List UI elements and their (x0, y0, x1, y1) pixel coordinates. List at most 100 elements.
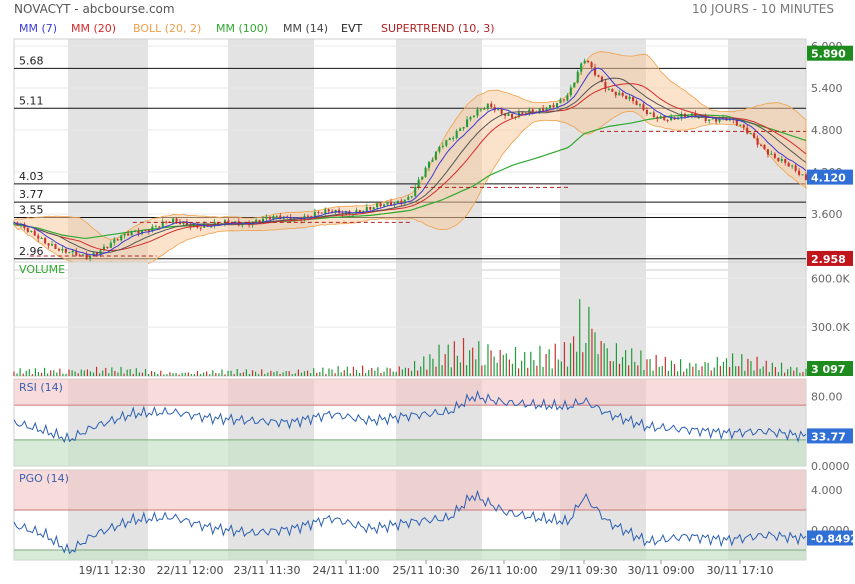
high-value-tag: 5.890 (811, 48, 846, 61)
candle-body (645, 109, 648, 114)
price-y-tick: 5.400 (811, 82, 843, 95)
candle-body (40, 237, 43, 239)
rsi-title: RSI (14) (19, 381, 63, 394)
x-tick-label: 19/11 12:30 (79, 564, 146, 577)
rsi-y-tick: 0.0000 (811, 460, 850, 473)
pgo-panel: PGO (14)4.0000.0000-0.8492 (13, 469, 855, 561)
candle-body (490, 103, 493, 108)
pgo-last-tag: -0.8492 (811, 533, 855, 546)
candle-body (469, 117, 472, 120)
x-tick-label: 24/11 11:00 (313, 564, 380, 577)
candle-body (753, 133, 756, 139)
candle-body (441, 145, 444, 147)
candle-body (766, 149, 769, 155)
candle-body (116, 239, 119, 241)
candle-body (583, 60, 586, 64)
candle-body (438, 146, 441, 152)
candle-body (51, 244, 54, 246)
candle-body (26, 228, 29, 232)
legend-item: MM (20) (71, 22, 116, 35)
candle-body (510, 113, 514, 118)
candle-body (628, 96, 631, 99)
candle-body (659, 116, 662, 119)
candle-body (559, 99, 562, 104)
candle-body (576, 71, 579, 83)
volume-y-tick: 300.0K (811, 321, 850, 334)
candle-body (165, 221, 168, 223)
candle-body (306, 215, 310, 217)
candle-body (538, 108, 541, 112)
candle-body (54, 244, 57, 249)
candle-body (777, 157, 780, 162)
candle-body (749, 133, 752, 135)
x-tick-label: 30/11 17:10 (707, 564, 774, 577)
candle-body (804, 174, 808, 180)
level-label: 3.55 (19, 204, 44, 217)
candle-body (310, 215, 313, 217)
candle-body (144, 230, 147, 232)
candle-body (635, 101, 638, 106)
level-label: 5.11 (19, 94, 44, 107)
candle-body (618, 92, 621, 96)
candle-body (773, 153, 776, 158)
rsi-overbought-zone (14, 379, 806, 406)
candle-body (396, 200, 399, 204)
session-band (68, 262, 148, 376)
candle-body (459, 128, 462, 132)
candle-body (573, 82, 576, 88)
candle-body (787, 162, 790, 167)
candle-body (760, 144, 763, 146)
candle-body (376, 203, 379, 208)
candle-body (625, 95, 628, 99)
candle-body (123, 233, 126, 236)
candle-body (486, 103, 489, 109)
candle-body (61, 248, 64, 251)
candle-body (801, 174, 804, 176)
x-tick-label: 22/11 12:00 (157, 564, 224, 577)
candle-body (638, 104, 642, 106)
candle-body (175, 218, 178, 222)
candle-body (770, 153, 773, 155)
candle-body (590, 62, 593, 68)
candle-body (497, 109, 500, 111)
candle-body (632, 96, 635, 102)
candle-body (365, 206, 368, 212)
candle-body (483, 108, 486, 110)
candle-body (113, 239, 116, 243)
candle-body (47, 243, 50, 246)
candle-body (317, 211, 320, 213)
candle-body (421, 176, 424, 180)
pgo-title: PGO (14) (19, 472, 69, 485)
candle-body (580, 63, 583, 72)
candle-body (417, 179, 420, 188)
candle-body (476, 109, 479, 116)
candle-body (85, 254, 88, 259)
price-y-tick: 4.800 (811, 124, 843, 137)
candle-body (30, 230, 33, 232)
x-tick-label: 23/11 11:30 (234, 564, 301, 577)
candle-body (555, 103, 559, 108)
candle-body (549, 105, 552, 109)
candle-body (57, 248, 60, 251)
volume-last-tag: 3 097 (811, 363, 845, 376)
level-label: 3.77 (19, 188, 44, 201)
candle-body (82, 254, 85, 256)
candle-body (708, 119, 711, 121)
chart-title: NOVACYT - abcbourse.com (14, 2, 175, 16)
chart-stage: NOVACYT - abcbourse.com 10 JOURS - 10 MI… (0, 0, 855, 580)
price-panel: 6.0005.4004.8004.2003.6003.0005.685.114.… (12, 38, 853, 271)
candle-body (434, 151, 437, 160)
candle-body (44, 237, 47, 244)
candle-body (763, 144, 766, 150)
legend-item: MM (7) (19, 22, 57, 35)
candle-body (120, 235, 123, 241)
candle-body (663, 116, 666, 120)
candle-body (614, 91, 617, 96)
candle-body (33, 230, 36, 236)
candle-body (369, 206, 372, 210)
volume-title: VOLUME (19, 263, 65, 276)
candle-body (452, 137, 455, 139)
candle-body (414, 187, 417, 197)
candle-body (383, 204, 386, 207)
candle-body (199, 227, 202, 229)
